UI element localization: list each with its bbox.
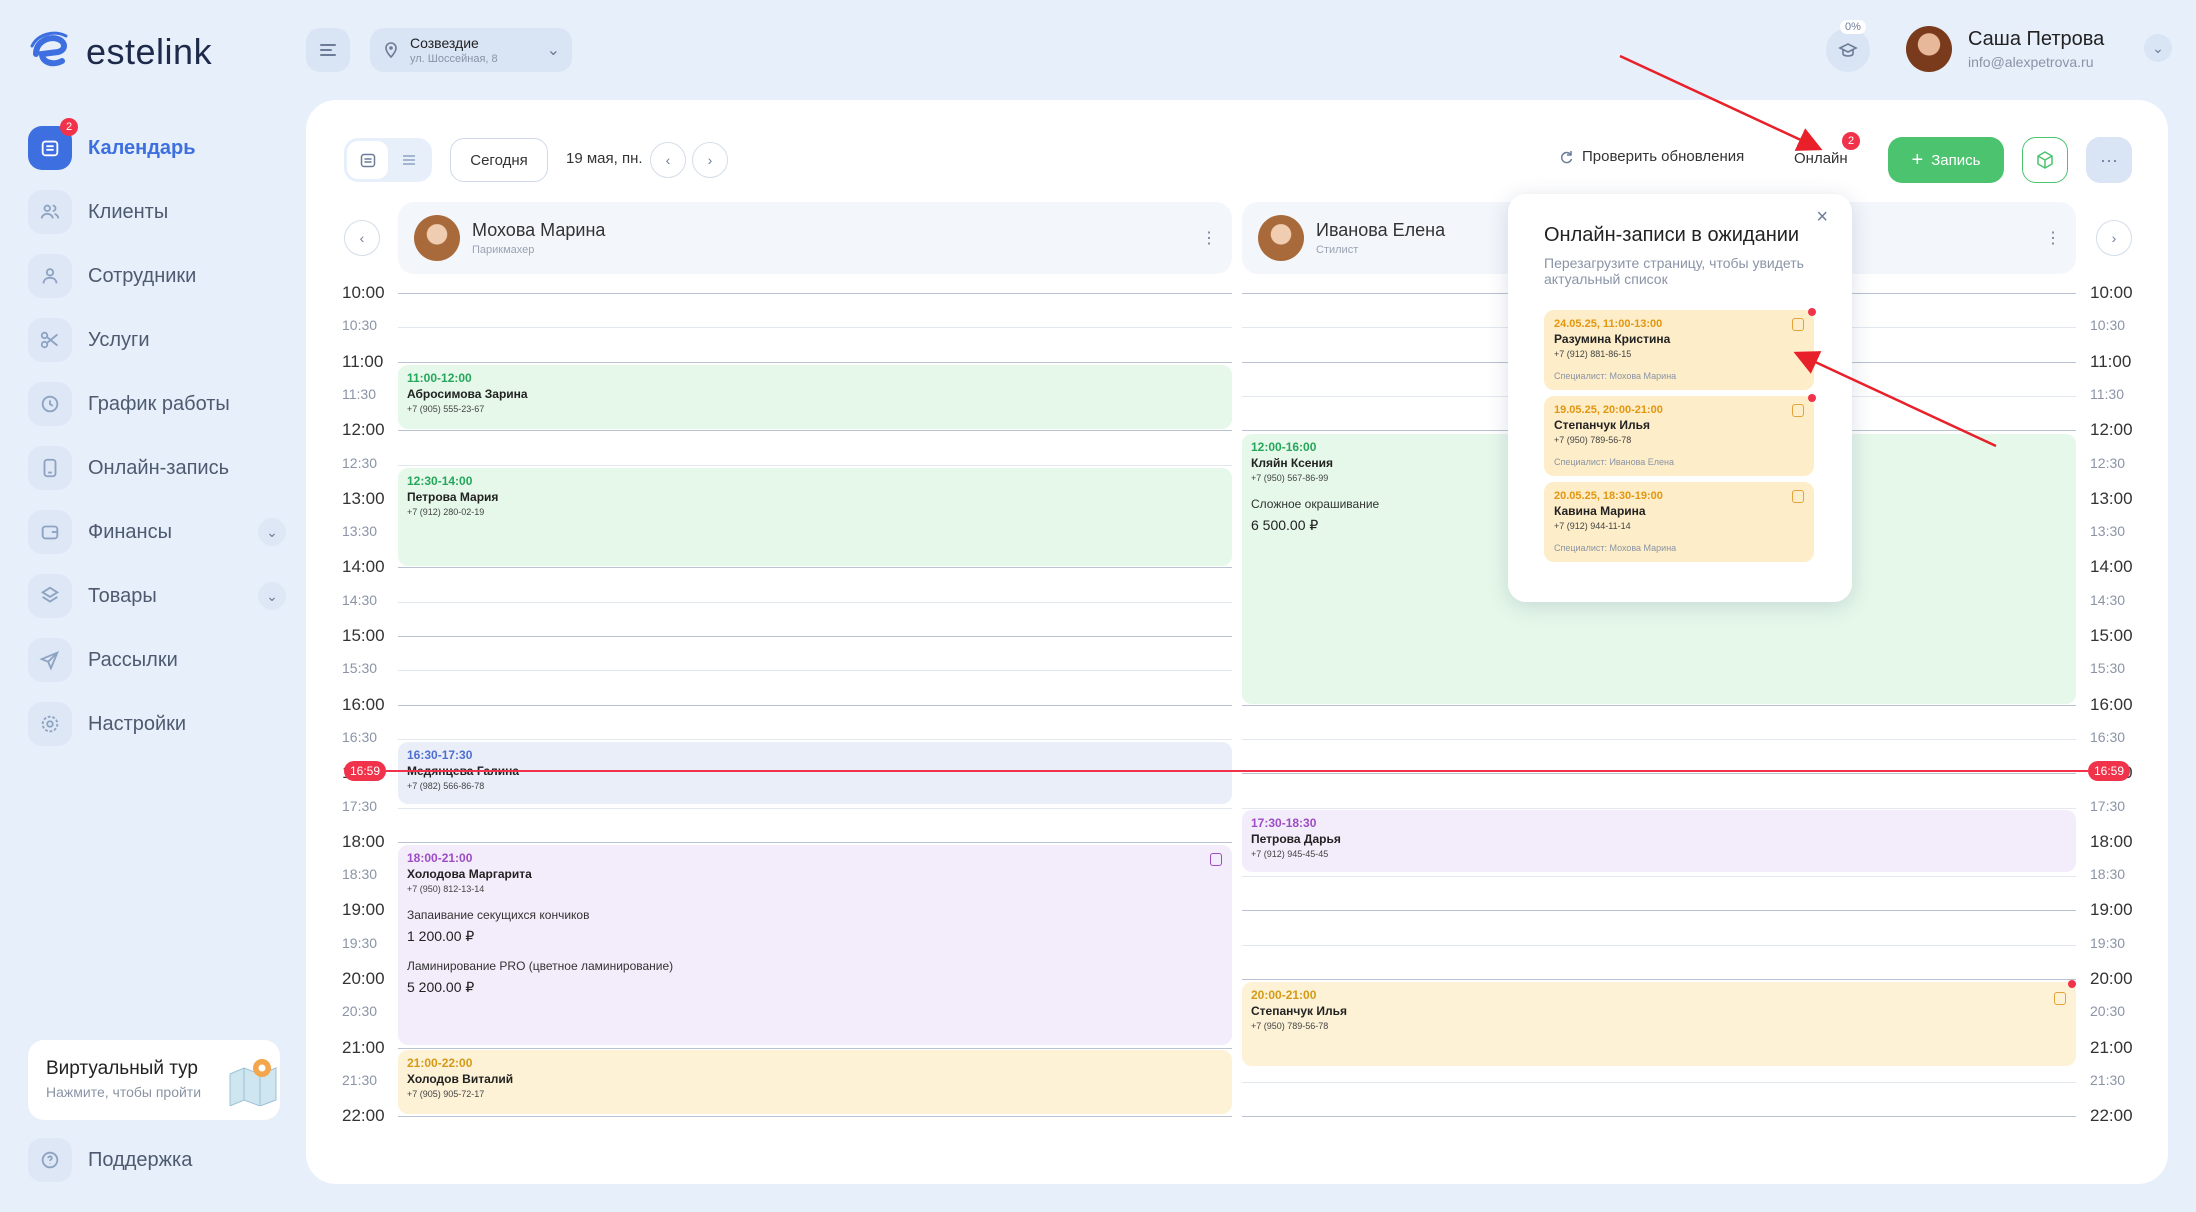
arrow-to-card <box>1793 351 1997 448</box>
annotation-arrows <box>1619 54 1997 448</box>
arrow-to-online <box>1619 54 1823 151</box>
